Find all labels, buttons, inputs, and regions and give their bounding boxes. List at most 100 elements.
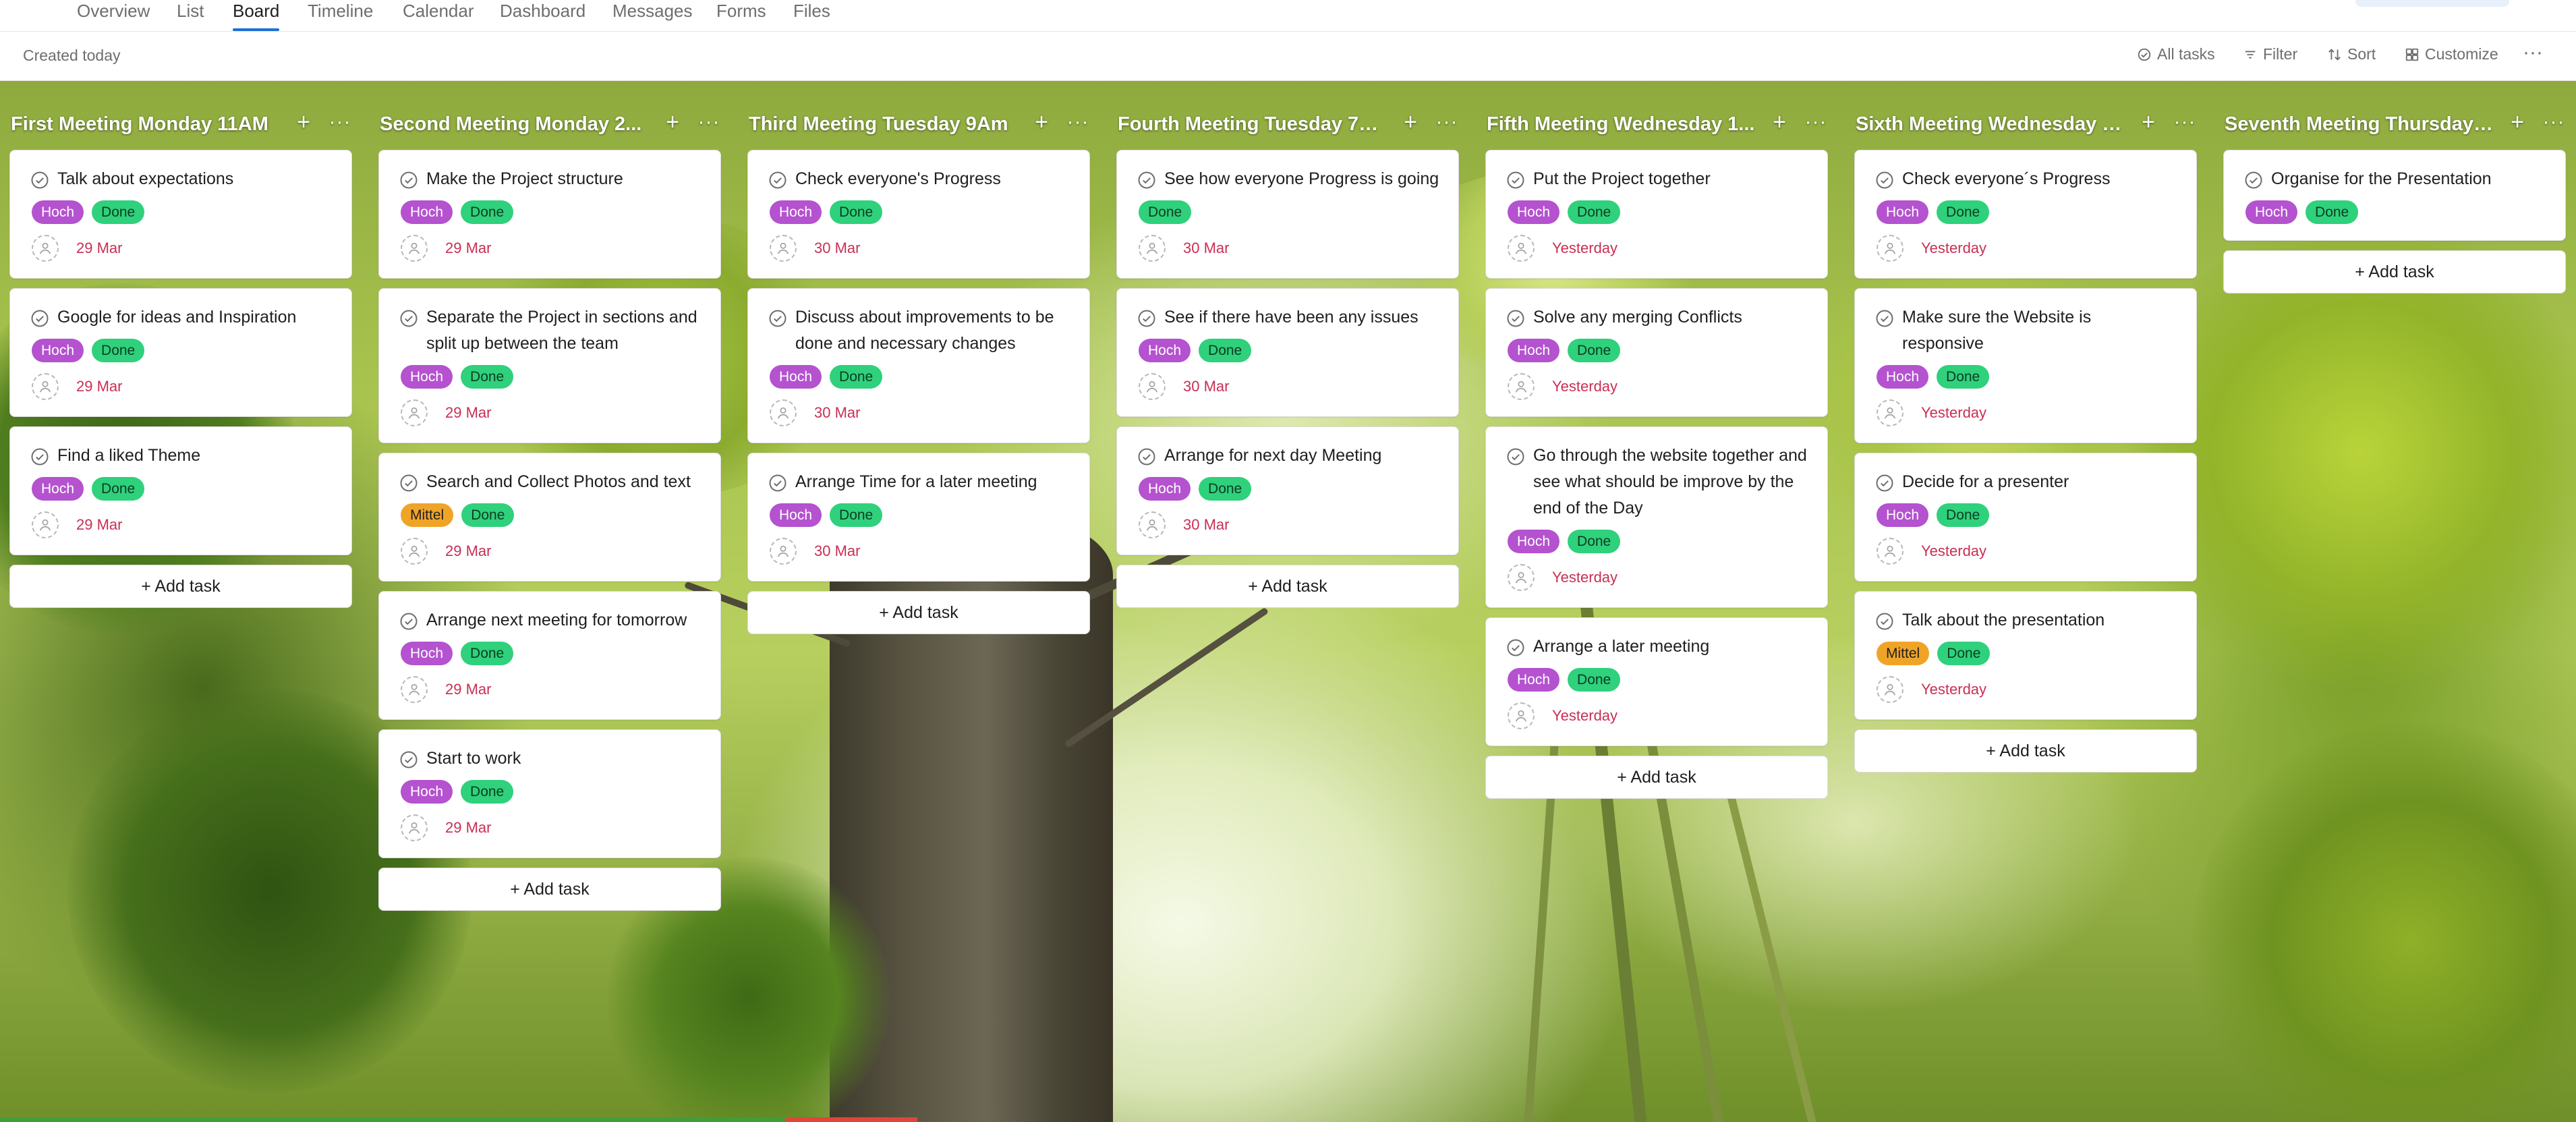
due-date[interactable]: 30 Mar bbox=[814, 542, 860, 560]
task-card[interactable]: Solve any merging Conflicts Hoch Done Yeste… bbox=[1485, 288, 1828, 417]
assignee-avatar[interactable] bbox=[1877, 399, 1904, 426]
complete-task-check-icon[interactable] bbox=[1875, 612, 1894, 631]
complete-task-check-icon[interactable] bbox=[1137, 309, 1156, 328]
column-more-icon[interactable]: ··· bbox=[1066, 111, 1090, 135]
share-button[interactable] bbox=[2355, 0, 2509, 7]
column-more-icon[interactable]: ··· bbox=[1435, 111, 1459, 135]
column-more-icon[interactable]: ··· bbox=[697, 111, 721, 135]
due-date[interactable]: Yesterday bbox=[1552, 378, 1618, 395]
task-card[interactable]: See if there have been any issues Hoch Don… bbox=[1116, 288, 1459, 417]
complete-task-check-icon[interactable] bbox=[2244, 171, 2263, 190]
due-date[interactable]: 29 Mar bbox=[445, 404, 491, 422]
task-card[interactable]: Google for ideas and Inspiration Hoch Done… bbox=[9, 288, 352, 417]
tab-board[interactable]: Board bbox=[233, 0, 280, 31]
add-task-plus-icon[interactable]: + bbox=[2136, 111, 2160, 135]
assignee-avatar[interactable] bbox=[1877, 235, 1904, 262]
sort-button[interactable]: Sort bbox=[2327, 45, 2376, 63]
due-date[interactable]: Yesterday bbox=[1552, 569, 1618, 586]
assignee-avatar[interactable] bbox=[1139, 235, 1166, 262]
due-date[interactable]: 30 Mar bbox=[814, 404, 860, 422]
more-options-button[interactable]: ··· bbox=[2523, 41, 2543, 64]
add-task-plus-icon[interactable]: + bbox=[291, 111, 316, 135]
complete-task-check-icon[interactable] bbox=[399, 474, 418, 493]
filter-button[interactable]: Filter bbox=[2243, 45, 2297, 63]
task-card[interactable]: Arrange for next day Meeting Hoch Done 30 M… bbox=[1116, 426, 1459, 555]
task-card[interactable]: Talk about expectations Hoch Done 29 Mar bbox=[9, 150, 352, 279]
task-card[interactable]: Put the Project together Hoch Done Yesterda… bbox=[1485, 150, 1828, 279]
column-title[interactable]: First Meeting Monday 11AM bbox=[11, 113, 281, 136]
assignee-avatar[interactable] bbox=[1508, 564, 1535, 591]
assignee-avatar[interactable] bbox=[401, 235, 428, 262]
complete-task-check-icon[interactable] bbox=[1506, 171, 1525, 190]
due-date[interactable]: Yesterday bbox=[1552, 240, 1618, 257]
complete-task-check-icon[interactable] bbox=[1506, 447, 1525, 466]
task-card[interactable]: Go through the website together and see … bbox=[1485, 426, 1828, 608]
add-task-button[interactable]: + Add task bbox=[1116, 565, 1459, 608]
assignee-avatar[interactable] bbox=[1508, 702, 1535, 729]
complete-task-check-icon[interactable] bbox=[768, 309, 787, 328]
add-task-plus-icon[interactable]: + bbox=[1398, 111, 1423, 135]
add-task-button[interactable]: + Add task bbox=[1854, 729, 2197, 773]
due-date[interactable]: Yesterday bbox=[1552, 707, 1618, 725]
due-date[interactable]: 29 Mar bbox=[445, 819, 491, 837]
complete-task-check-icon[interactable] bbox=[399, 612, 418, 631]
assignee-avatar[interactable] bbox=[770, 538, 797, 565]
due-date[interactable]: 29 Mar bbox=[445, 542, 491, 560]
column-more-icon[interactable]: ··· bbox=[2173, 111, 2197, 135]
tab-forms[interactable]: Forms bbox=[716, 0, 766, 31]
due-date[interactable]: 30 Mar bbox=[814, 240, 860, 257]
tab-calendar[interactable]: Calendar bbox=[403, 0, 474, 31]
assignee-avatar[interactable] bbox=[32, 373, 59, 400]
task-card[interactable]: Arrange a later meeting Hoch Done Yesterday bbox=[1485, 617, 1828, 746]
all-tasks-button[interactable]: All tasks bbox=[2137, 45, 2215, 63]
due-date[interactable]: 29 Mar bbox=[76, 378, 122, 395]
assignee-avatar[interactable] bbox=[32, 235, 59, 262]
due-date[interactable]: Yesterday bbox=[1921, 681, 1986, 698]
column-title[interactable]: Seventh Meeting Thursday ... bbox=[2225, 113, 2494, 136]
task-card[interactable]: Organise for the Presentation Hoch Done bbox=[2223, 150, 2566, 241]
assignee-avatar[interactable] bbox=[1508, 373, 1535, 400]
assignee-avatar[interactable] bbox=[1877, 676, 1904, 703]
due-date[interactable]: 29 Mar bbox=[76, 240, 122, 257]
tab-messages[interactable]: Messages bbox=[612, 0, 693, 31]
complete-task-check-icon[interactable] bbox=[1875, 309, 1894, 328]
due-date[interactable]: 30 Mar bbox=[1183, 240, 1229, 257]
assignee-avatar[interactable] bbox=[401, 399, 428, 426]
task-card[interactable]: Make the Project structure Hoch Done 29 Mar bbox=[378, 150, 721, 279]
complete-task-check-icon[interactable] bbox=[1875, 171, 1894, 190]
task-card[interactable]: Check everyone´s Progress Hoch Done Yesterd… bbox=[1854, 150, 2197, 279]
complete-task-check-icon[interactable] bbox=[1875, 474, 1894, 493]
complete-task-check-icon[interactable] bbox=[1137, 447, 1156, 466]
column-more-icon[interactable]: ··· bbox=[2542, 111, 2566, 135]
column-more-icon[interactable]: ··· bbox=[328, 111, 352, 135]
complete-task-check-icon[interactable] bbox=[768, 171, 787, 190]
complete-task-check-icon[interactable] bbox=[30, 171, 49, 190]
task-card[interactable]: Arrange next meeting for tomorrow Hoch Don… bbox=[378, 591, 721, 720]
task-card[interactable]: Find a liked Theme Hoch Done 29 Mar bbox=[9, 426, 352, 555]
add-task-button[interactable]: + Add task bbox=[747, 591, 1090, 634]
due-date[interactable]: Yesterday bbox=[1921, 404, 1986, 422]
assignee-avatar[interactable] bbox=[32, 511, 59, 538]
task-card[interactable]: See how everyone Progress is going Done 30… bbox=[1116, 150, 1459, 279]
due-date[interactable]: 29 Mar bbox=[76, 516, 122, 534]
assignee-avatar[interactable] bbox=[1877, 538, 1904, 565]
due-date[interactable]: 29 Mar bbox=[445, 240, 491, 257]
column-title[interactable]: Fifth Meeting Wednesday 1... bbox=[1487, 113, 1756, 136]
complete-task-check-icon[interactable] bbox=[30, 309, 49, 328]
due-date[interactable]: 29 Mar bbox=[445, 681, 491, 698]
due-date[interactable]: Yesterday bbox=[1921, 240, 1986, 257]
complete-task-check-icon[interactable] bbox=[768, 474, 787, 493]
add-task-button[interactable]: + Add task bbox=[9, 565, 352, 608]
tab-timeline[interactable]: Timeline bbox=[308, 0, 373, 31]
task-card[interactable]: Discuss about improvements to be done an… bbox=[747, 288, 1090, 443]
complete-task-check-icon[interactable] bbox=[1137, 171, 1156, 190]
column-more-icon[interactable]: ··· bbox=[1804, 111, 1828, 135]
tab-dashboard[interactable]: Dashboard bbox=[500, 0, 585, 31]
assignee-avatar[interactable] bbox=[770, 235, 797, 262]
task-card[interactable]: Start to work Hoch Done 29 Mar bbox=[378, 729, 721, 858]
assignee-avatar[interactable] bbox=[1139, 373, 1166, 400]
due-date[interactable]: 30 Mar bbox=[1183, 378, 1229, 395]
add-task-button[interactable]: + Add task bbox=[378, 868, 721, 911]
assignee-avatar[interactable] bbox=[401, 538, 428, 565]
assignee-avatar[interactable] bbox=[1508, 235, 1535, 262]
